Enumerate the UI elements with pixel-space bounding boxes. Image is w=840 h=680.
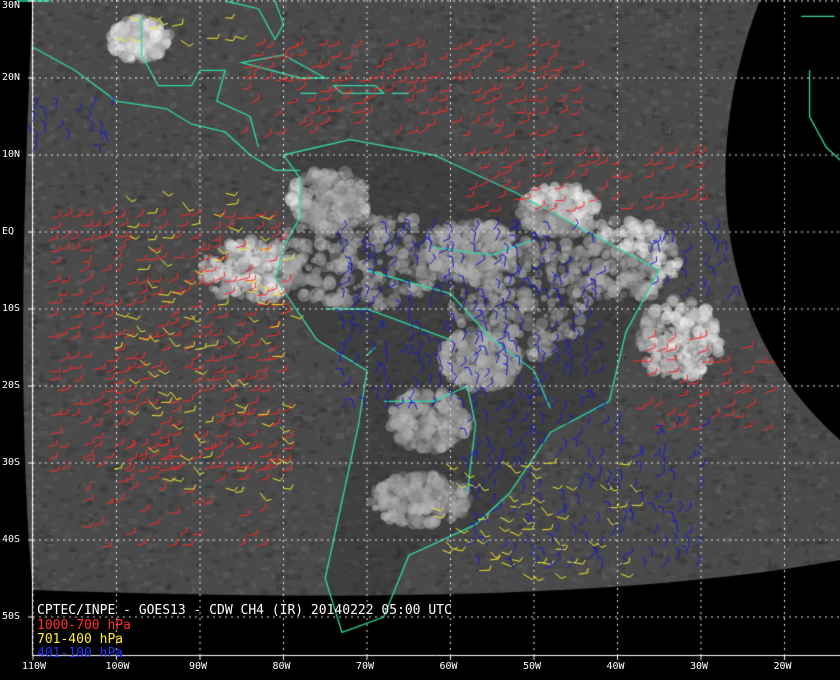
- lon-label: 50W: [523, 661, 542, 672]
- lat-label: 20N: [2, 72, 21, 83]
- lon-label: 60W: [439, 661, 458, 672]
- lon-label: 100W: [105, 661, 130, 672]
- lon-label: 70W: [356, 661, 375, 672]
- lat-label: 50S: [2, 611, 21, 622]
- lat-label: 30S: [2, 457, 21, 468]
- legend-high-level: 401-100 hPa: [37, 646, 124, 661]
- lat-label: 10N: [2, 149, 21, 160]
- lat-label: 10S: [2, 303, 21, 314]
- legend-title: CPTEC/INPE - GOES13 - CDW CH4 (IR) 20140…: [37, 603, 452, 618]
- lon-label: 20W: [773, 661, 792, 672]
- lat-label: EQ: [2, 226, 15, 237]
- lon-label: 80W: [272, 661, 291, 672]
- legend-low-level: 1000-700 hPa: [37, 618, 131, 633]
- legend-mid-level: 701-400 hPa: [37, 632, 124, 647]
- lat-label: 30N: [2, 0, 21, 11]
- lon-label: 110W: [22, 661, 47, 672]
- satellite-wind-map: [0, 0, 840, 680]
- lon-label: 90W: [189, 661, 208, 672]
- lon-label: 30W: [690, 661, 709, 672]
- lon-label: 40W: [606, 661, 625, 672]
- lat-label: 40S: [2, 534, 21, 545]
- lat-label: 20S: [2, 380, 21, 391]
